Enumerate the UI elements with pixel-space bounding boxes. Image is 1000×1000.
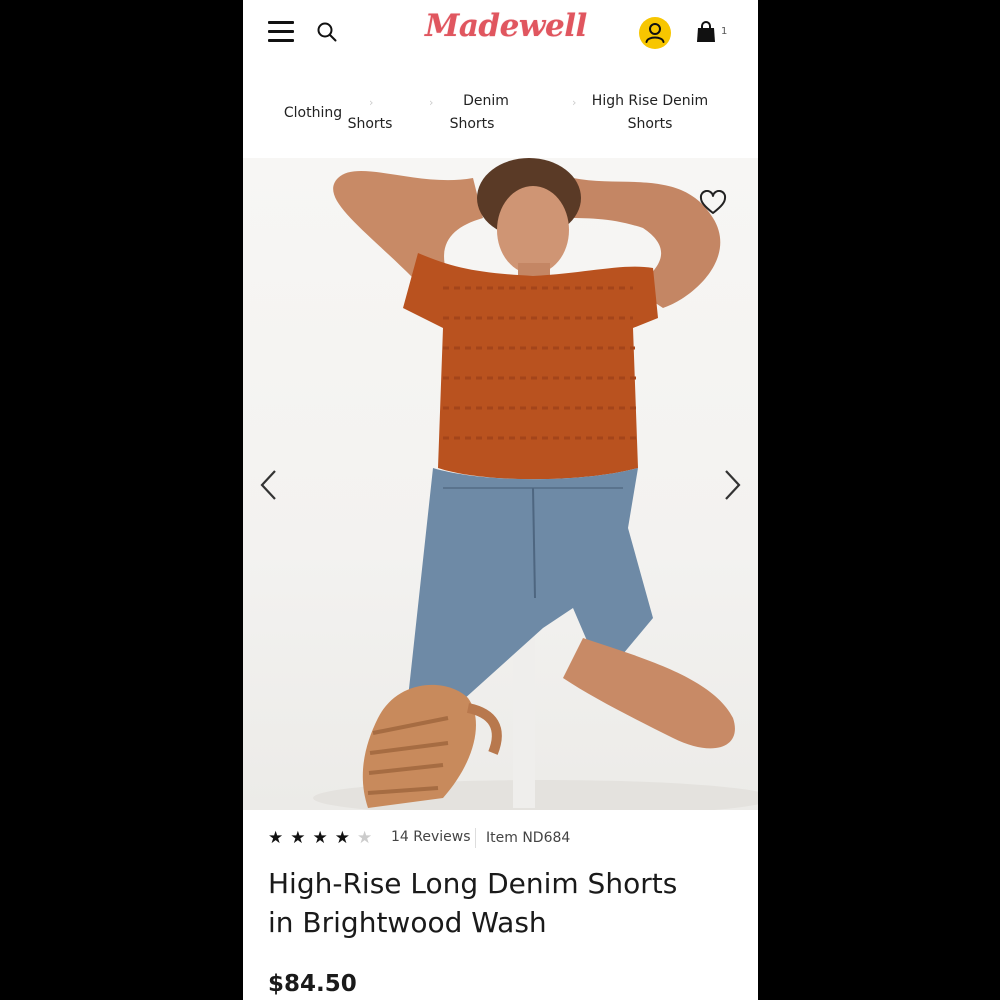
reviews-link[interactable]: 14 Reviews [391, 829, 471, 845]
account-icon [645, 23, 665, 43]
breadcrumb-item-shorts[interactable]: Shorts [335, 113, 405, 136]
breadcrumb-label: Shorts [627, 116, 673, 132]
breadcrumb-label: Shorts [347, 116, 393, 132]
site-header: Madewell 1 [243, 0, 758, 66]
breadcrumb-label: Denim [463, 93, 509, 109]
item-number: Item ND684 [486, 830, 571, 846]
account-button[interactable] [639, 17, 671, 49]
product-title: High-Rise Long Denim Shorts in Brightwoo… [268, 864, 748, 942]
star-icon: ★ [268, 828, 284, 848]
product-image[interactable] [243, 158, 758, 810]
breadcrumb-separator: › [369, 96, 374, 109]
breadcrumb-label: High Rise Denim [591, 93, 709, 109]
star-icon: ★ [290, 828, 306, 848]
rating-stars[interactable]: ★ ★ ★ ★ ★ [268, 828, 372, 848]
search-icon[interactable] [316, 21, 338, 43]
product-photo [313, 158, 758, 810]
chevron-right-icon[interactable] [721, 468, 743, 502]
brand-logo[interactable]: Madewell [425, 8, 587, 44]
bag-count: 1 [721, 26, 728, 37]
chevron-left-icon[interactable] [258, 468, 280, 502]
breadcrumb-item-high-rise-denim-shorts[interactable]: High Rise Denim Shorts [580, 90, 720, 136]
breadcrumb-separator: › [429, 96, 434, 109]
breadcrumb-label: Shorts [449, 116, 495, 132]
heart-icon[interactable] [699, 190, 727, 216]
star-icon: ★ [357, 828, 373, 848]
breadcrumb-separator: › [572, 96, 577, 109]
product-page: Madewell 1 Clothing › Shorts › Denim Sho… [243, 0, 758, 1000]
hamburger-menu-icon[interactable] [268, 21, 294, 42]
star-icon: ★ [334, 828, 350, 848]
bag-icon[interactable] [696, 21, 716, 43]
product-title-line: in Brightwood Wash [268, 906, 547, 939]
product-title-line: High-Rise Long Denim Shorts [268, 867, 678, 900]
star-icon: ★ [312, 828, 328, 848]
product-price: $84.50 [268, 971, 357, 997]
divider [475, 828, 476, 848]
breadcrumb-item-denim-shorts[interactable]: Denim Shorts [436, 90, 536, 136]
